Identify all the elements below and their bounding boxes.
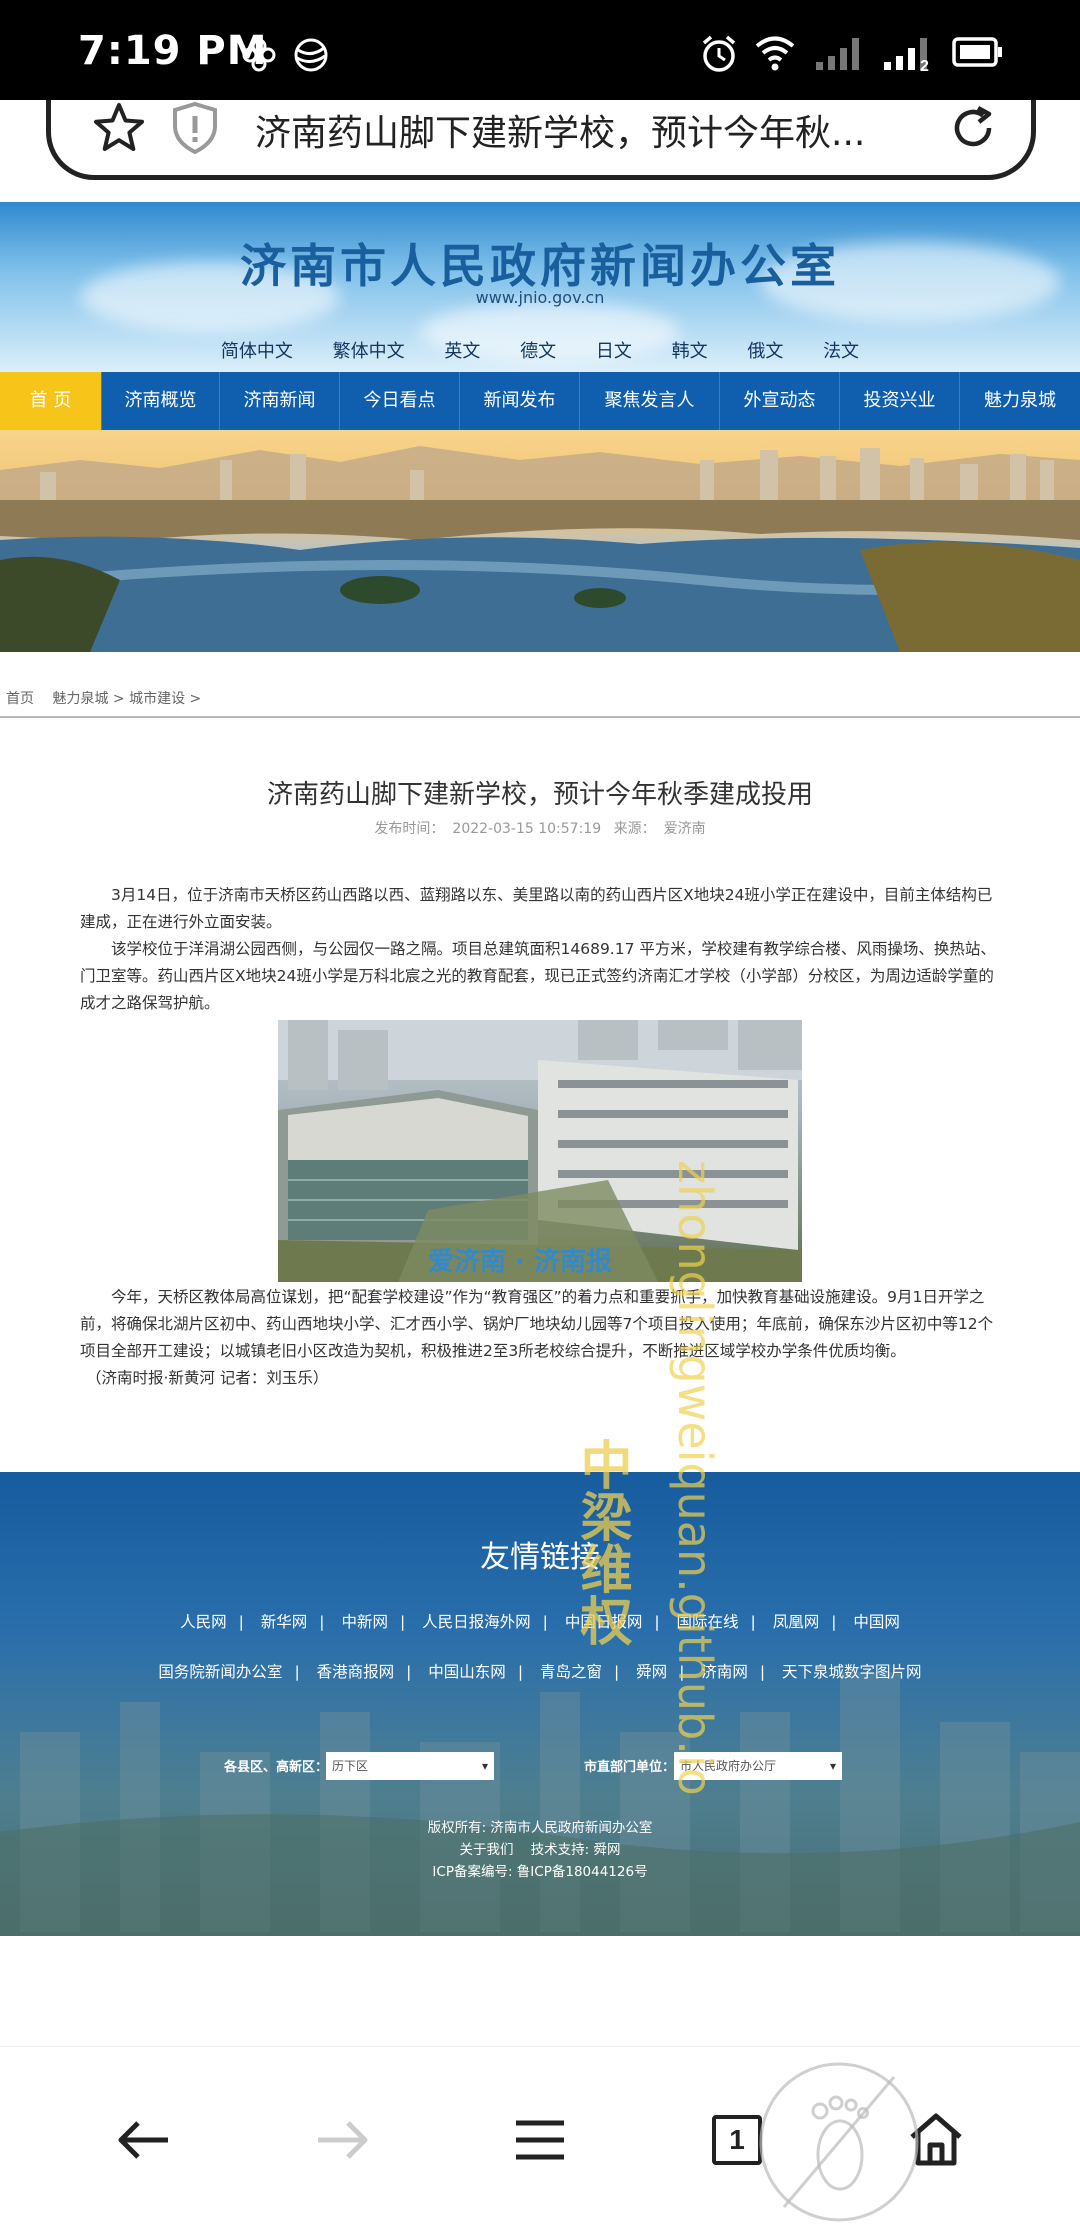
friend-link[interactable]: 舜网 [636,1660,667,1682]
friend-link[interactable]: 天下泉城数字图片网 [782,1660,922,1682]
battery-icon [952,37,1002,67]
breadcrumb-section[interactable]: 魅力泉城 > 城市建设 > [52,691,201,707]
watermark-cn: 中梁维权 [571,1438,631,1646]
article-byline: （济南时报·新黄河 记者：刘玉乐） [86,1369,329,1387]
chevron-down-icon: ▾ [829,1759,836,1773]
friend-link[interactable]: 青岛之窗 [540,1660,602,1682]
status-bar: 7:19 PM 2 [0,0,1080,108]
article-paragraph: 该学校位于洋涓湖公园西侧，与公园仅一路之隔。项目总建筑面积14689.17 平方… [80,940,996,1012]
nav-item[interactable]: 今日看点 [340,372,460,430]
district-select-label: 各县区、高新区： [224,1760,329,1775]
friend-links-row: 国务院新闻办公室 | 香港商报网 | 中国山东网 | 青岛之窗 | 舜网 | 济南网 | 天… [0,1660,1080,1682]
tech-support-text: 技术支持: 舜网 [530,1842,621,1858]
meta-time: 2022-03-15 10:57:19 [452,821,602,837]
friend-link[interactable]: 凤凰网 [773,1610,820,1632]
site-url: www.jnio.gov.cn [475,288,605,307]
address-bar[interactable]: 济南药山脚下建新学校，预计今年秋... [46,100,1036,180]
nav-home[interactable]: 首 页 [0,372,102,430]
friend-links-row: 人民网 | 新华网 | 中新网 | 人民日报海外网 | 中国日报网 | 国际在线 | 凤凰网… [0,1610,1080,1632]
menu-icon[interactable] [512,2117,568,2163]
browser-toolbar: 1 [0,2046,1080,2240]
friend-links-title: 友情链接 [480,1540,600,1575]
nav-item[interactable]: 聚焦发言人 [580,372,720,430]
meta-source: 爱济南 [663,821,706,837]
star-icon[interactable] [91,100,147,156]
district-select[interactable]: 历下区 ▾ [326,1752,494,1780]
lang-link[interactable]: 法文 [823,337,859,363]
site-footer: 友情链接 人民网 | 新华网 | 中新网 | 人民日报海外网 | 中国日报网 | 国际在线… [0,1472,1080,1936]
nav-item[interactable]: 魅力泉城 [960,372,1080,430]
reload-icon[interactable] [945,100,1001,156]
breadcrumb: 首页 魅力泉城 > 城市建设 > [6,688,215,708]
site-header: 济南市人民政府新闻办公室 www.jnio.gov.cn 简体中文 繁体中文 英… [0,202,1080,372]
friend-link[interactable]: 人民日报海外网 [422,1610,531,1632]
copyright-text: 版权所有: 济南市人民政府新闻办公室 [427,1820,653,1836]
wifi-icon [755,36,795,71]
divider [0,716,1080,718]
page-title: 济南药山脚下建新学校，预计今年秋... [255,113,866,154]
back-icon[interactable] [114,2115,174,2165]
lang-link[interactable]: 英文 [444,337,480,363]
article-paragraph: 3月14日，位于济南市天桥区药山西路以西、蓝翔路以东、美里路以南的药山西片区X地… [80,886,993,931]
nav-item[interactable]: 济南新闻 [220,372,340,430]
svg-text:2: 2 [920,58,929,72]
address-bar-area: 济南药山脚下建新学校，预计今年秋... [0,100,1080,202]
nav-item[interactable]: 济南概览 [102,372,220,430]
article-photo: 爱济南 · 济南报 [278,1020,802,1282]
lang-link[interactable]: 韩文 [672,337,708,363]
city-panorama-image [0,430,1080,652]
district-select-value: 历下区 [332,1759,369,1773]
nav-item[interactable]: 新闻发布 [460,372,580,430]
nav-item[interactable]: 外宣动态 [720,372,840,430]
watermark-url: zhonglingweiquan.github.io [668,1160,722,1796]
footprint-stamp-icon [759,2062,919,2222]
globe-icon [294,38,328,72]
article-paragraph: 今年，天桥区教体局高位谋划，把“配套学校建设”作为“教育强区”的着力点和重要抓手… [80,1288,994,1360]
chevron-down-icon: ▾ [481,1759,488,1773]
lang-link[interactable]: 德文 [520,337,556,363]
friend-link[interactable]: 中国网 [853,1610,900,1632]
friend-link[interactable]: 国务院新闻办公室 [158,1660,282,1682]
friend-link[interactable]: 香港商报网 [317,1660,395,1682]
main-nav: 首 页 济南概览 济南新闻 今日看点 新闻发布 聚焦发言人 外宣动态 投资兴业 … [0,372,1080,430]
article-title: 济南药山脚下建新学校，预计今年秋季建成投用 [266,780,813,810]
department-select-label: 市直部门单位： [584,1760,676,1775]
nav-item[interactable]: 投资兴业 [840,372,960,430]
meta-time-label: 发布时间： [374,821,445,837]
forward-icon[interactable] [312,2115,372,2165]
icp-text[interactable]: ICP备案编号: 鲁ICP备18044126号 [0,1860,1080,1880]
photo-watermark: 爱济南 · 济南报 [428,1246,612,1277]
info-shield-icon[interactable] [169,100,221,156]
friend-link[interactable]: 中国山东网 [428,1660,506,1682]
flower-icon [242,38,276,72]
friend-link[interactable]: 人民网 [180,1610,227,1632]
footer-about-row: 关于我们 技术支持: 舜网 [0,1838,1080,1858]
article-meta: 发布时间： 2022-03-15 10:57:19 来源： 爱济南 [0,818,1080,838]
meta-source-label: 来源： [613,821,656,837]
alarm-icon [702,35,736,72]
site-title[interactable]: 济南市人民政府新闻办公室 [0,230,1080,296]
friend-link[interactable]: 中新网 [341,1610,388,1632]
friend-link[interactable]: 新华网 [261,1610,308,1632]
about-link[interactable]: 关于我们 [459,1842,513,1858]
breadcrumb-home[interactable]: 首页 [6,691,34,707]
lang-link[interactable]: 简体中文 [221,337,293,363]
signal-weak-icon [816,38,859,70]
phone-screen: 7:19 PM 2 济南药山脚下建新学校，预计今年秋... 济南市人民政府新闻办… [0,0,1080,2240]
lang-link[interactable]: 俄文 [747,337,783,363]
language-switcher: 简体中文 繁体中文 英文 德文 日文 韩文 俄文 法文 [0,337,1080,363]
lang-link[interactable]: 日文 [596,337,632,363]
lang-link[interactable]: 繁体中文 [333,337,405,363]
tab-count: 1 [729,2124,745,2155]
signal-icon: 2 [884,38,929,72]
